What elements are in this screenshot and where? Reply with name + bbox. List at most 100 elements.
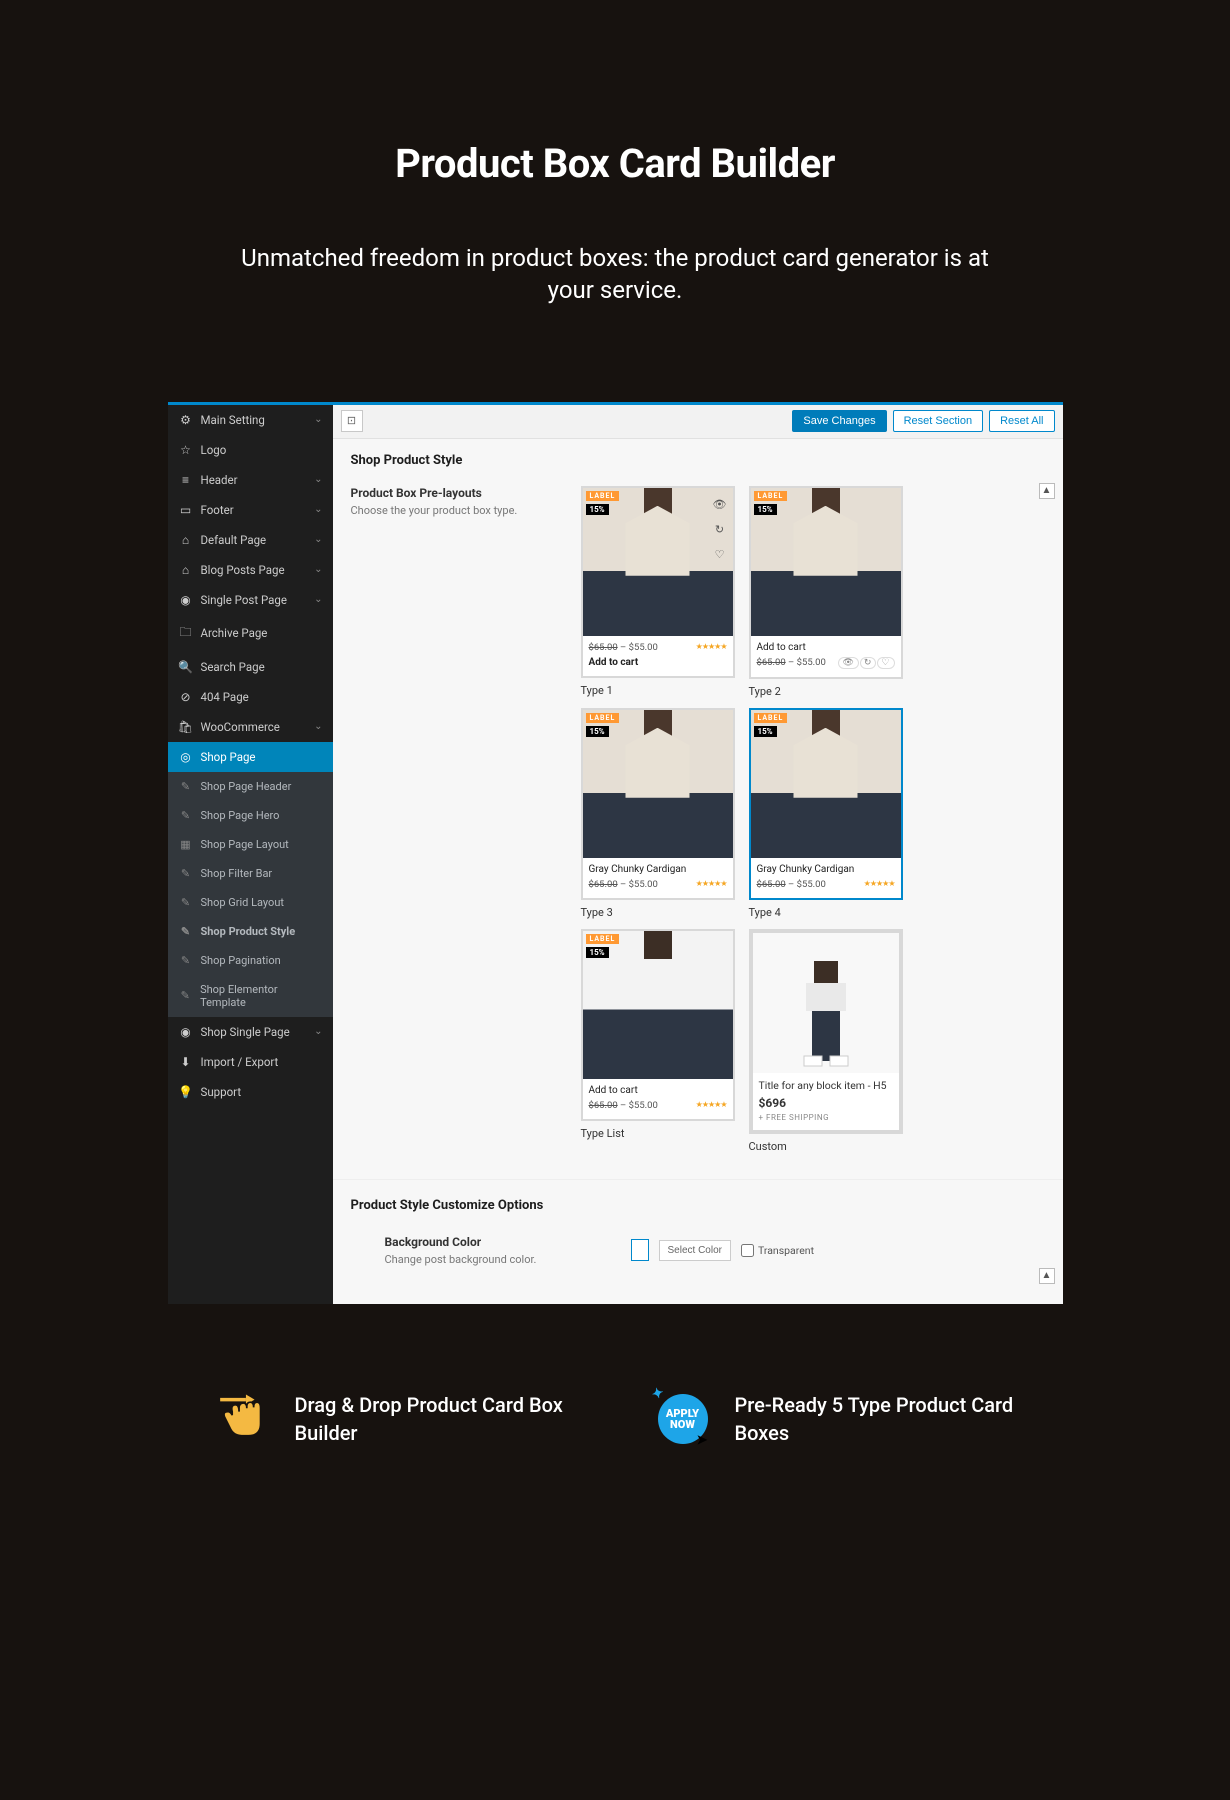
sidebar-item-logo[interactable]: ☆Logo [168,435,333,465]
scroll-up-button[interactable]: ▲ [1039,483,1055,499]
hover-icons: 👁↻♡ [713,498,727,561]
sidebar-item-pagination[interactable]: ✎ Shop Pagination [168,946,333,975]
chevron-down-icon: ⌄ [314,1026,322,1037]
sidebar: ⚙Main Setting⌄ ☆Logo ≡Header⌄ ▭Footer⌄ ⌂… [168,405,333,1304]
price: $55.00 [629,879,658,890]
sidebar-item-shop-hero[interactable]: ✎Shop Page Hero [168,801,333,830]
toolbar-actions: Save Changes Reset Section Reset All [792,410,1054,432]
star-icon: ☆ [178,443,194,457]
dash: – [786,879,797,890]
apply-text: APPLYNOW [666,1408,699,1430]
feature-text: Pre-Ready 5 Type Product Card Boxes [735,1391,1018,1447]
sidebar-item-label: Blog Posts Page [201,563,285,577]
custom-card-price: $696 [759,1096,893,1110]
laptop-icon: ▭ [178,503,194,517]
sidebar-item-label: Shop Product Style [201,925,296,938]
sidebar-item-elementor[interactable]: ✎Shop Elementor Template [168,975,333,1017]
discount-badge: 15% [586,947,609,958]
prelayouts-sub: Choose the your product box type. [351,504,581,517]
transparent-option[interactable]: Transparent [741,1244,814,1257]
transparent-checkbox[interactable] [741,1244,754,1257]
sidebar-item-shop-single[interactable]: ◉Shop Single Page⌄ [168,1017,333,1047]
grid-icon: ▦ [178,838,194,851]
dash: – [618,642,629,653]
stars-icon: ★★★★★ [696,1100,727,1109]
layout-option-custom[interactable]: Title for any block item - H5 $696 + FRE… [749,929,903,1153]
sidebar-item-404[interactable]: ⊘ 404 Page [168,682,333,712]
price: $55.00 [629,642,658,653]
sidebar-item-label: Archive Page [201,626,268,640]
action-icons: 👁↻♡ [837,657,894,669]
chevron-down-icon: ⌄ [314,504,322,515]
download-icon: ⬇ [178,1055,194,1069]
apply-now-icon: ✦APPLYNOW➤ [653,1389,713,1449]
save-button[interactable]: Save Changes [792,410,886,432]
menu-icon: ≡ [178,473,194,487]
layout-option-type-4[interactable]: LABEL15% Gray Chunky Cardigan $65.00 – $… [749,708,903,919]
sidebar-item-shop-page[interactable]: ◎Shop Page [168,742,333,772]
old-price: $65.00 [757,657,786,668]
sidebar-item-label: Search Page [201,660,265,674]
expand-icon[interactable]: ⊡ [341,410,363,432]
layout-caption: Custom [749,1140,903,1153]
feature-pre-ready: ✦APPLYNOW➤ Pre-Ready 5 Type Product Card… [653,1389,1018,1449]
sidebar-item-shop-header[interactable]: ✎Shop Page Header [168,772,333,801]
sidebar-item-filter-bar[interactable]: ✎Shop Filter Bar [168,859,333,888]
sidebar-item-blog-posts[interactable]: ⌂Blog Posts Page⌄ [168,555,333,585]
sidebar-item-label: Shop Page Hero [201,809,280,822]
discount-badge: 15% [754,726,777,737]
hero-title: Product Box Card Builder [168,140,1063,187]
sidebar-item-shop-layout[interactable]: ▦Shop Page Layout [168,830,333,859]
scroll-up-button[interactable]: ▲ [1039,1268,1055,1284]
add-to-cart: Add to cart [589,657,727,668]
layout-caption: Type 2 [749,685,903,698]
sidebar-item-import-export[interactable]: ⬇Import / Export [168,1047,333,1077]
ban-icon: ⊘ [178,690,194,704]
sidebar-item-single-post[interactable]: ◉Single Post Page⌄ [168,585,333,615]
layout-caption: Type 3 [581,906,735,919]
dash: – [786,657,797,668]
sidebar-item-woocommerce[interactable]: 🛍WooCommerce⌄ [168,712,333,742]
hero-section: Product Box Card Builder Unmatched freed… [168,0,1063,402]
custom-card-shipping: + FREE SHIPPING [759,1113,893,1122]
reset-section-button[interactable]: Reset Section [893,410,983,432]
label-badge: LABEL [586,713,620,723]
sidebar-item-archive[interactable]: 🗀Archive Page [168,615,333,652]
section-title: Shop Product Style [351,453,1045,468]
sidebar-item-grid-layout[interactable]: ✎Shop Grid Layout [168,888,333,917]
reset-all-button[interactable]: Reset All [989,410,1054,432]
layout-caption: Type 1 [581,684,735,697]
label-badge: LABEL [586,491,620,501]
sidebar-item-label: Shop Pagination [201,954,281,967]
sidebar-item-main-setting[interactable]: ⚙Main Setting⌄ [168,405,333,435]
pencil-icon: ✎ [178,954,194,967]
sidebar-item-search[interactable]: 🔍 Search Page [168,652,333,682]
sidebar-item-footer[interactable]: ▭Footer⌄ [168,495,333,525]
main-content: ⊡ Save Changes Reset Section Reset All S… [333,405,1063,1304]
layout-option-type-list[interactable]: LABEL15% Add to cart $65.00 – $55.00★★★★… [581,929,735,1153]
layout-option-type-2[interactable]: LABEL15% Add to cart $65.00 – $55.00👁↻♡ … [749,486,903,698]
discount-badge: 15% [586,726,609,737]
search-icon: 🔍 [178,660,194,674]
eye-icon: 👁 [838,657,858,669]
custom-card-title: Title for any block item - H5 [759,1079,893,1092]
sidebar-item-header[interactable]: ≡Header⌄ [168,465,333,495]
sidebar-item-label: 404 Page [201,690,249,704]
sidebar-item-label: WooCommerce [201,720,280,734]
home-icon: ⌂ [178,563,194,577]
color-swatch[interactable] [631,1239,649,1261]
old-price: $65.00 [757,879,786,890]
product-name: Gray Chunky Cardigan [589,864,727,875]
sidebar-item-label: Shop Filter Bar [201,867,273,880]
sidebar-item-support[interactable]: 💡Support [168,1077,333,1107]
sidebar-item-product-style[interactable]: ✎Shop Product Style [168,917,333,946]
old-price: $65.00 [589,1100,618,1111]
refresh-icon: ↻ [860,657,877,669]
layout-option-type-1[interactable]: LABEL15% 👁↻♡ $65.00 – $55.00★★★★★ Add to… [581,486,735,698]
select-color-button[interactable]: Select Color [659,1240,731,1261]
sparkle-icon: ✦ [650,1386,665,1403]
sidebar-item-default-page[interactable]: ⌂Default Page⌄ [168,525,333,555]
layout-option-type-3[interactable]: LABEL15% Gray Chunky Cardigan $65.00 – $… [581,708,735,919]
eye-icon: 👁 [713,498,727,511]
sidebar-item-label: Single Post Page [201,593,287,607]
